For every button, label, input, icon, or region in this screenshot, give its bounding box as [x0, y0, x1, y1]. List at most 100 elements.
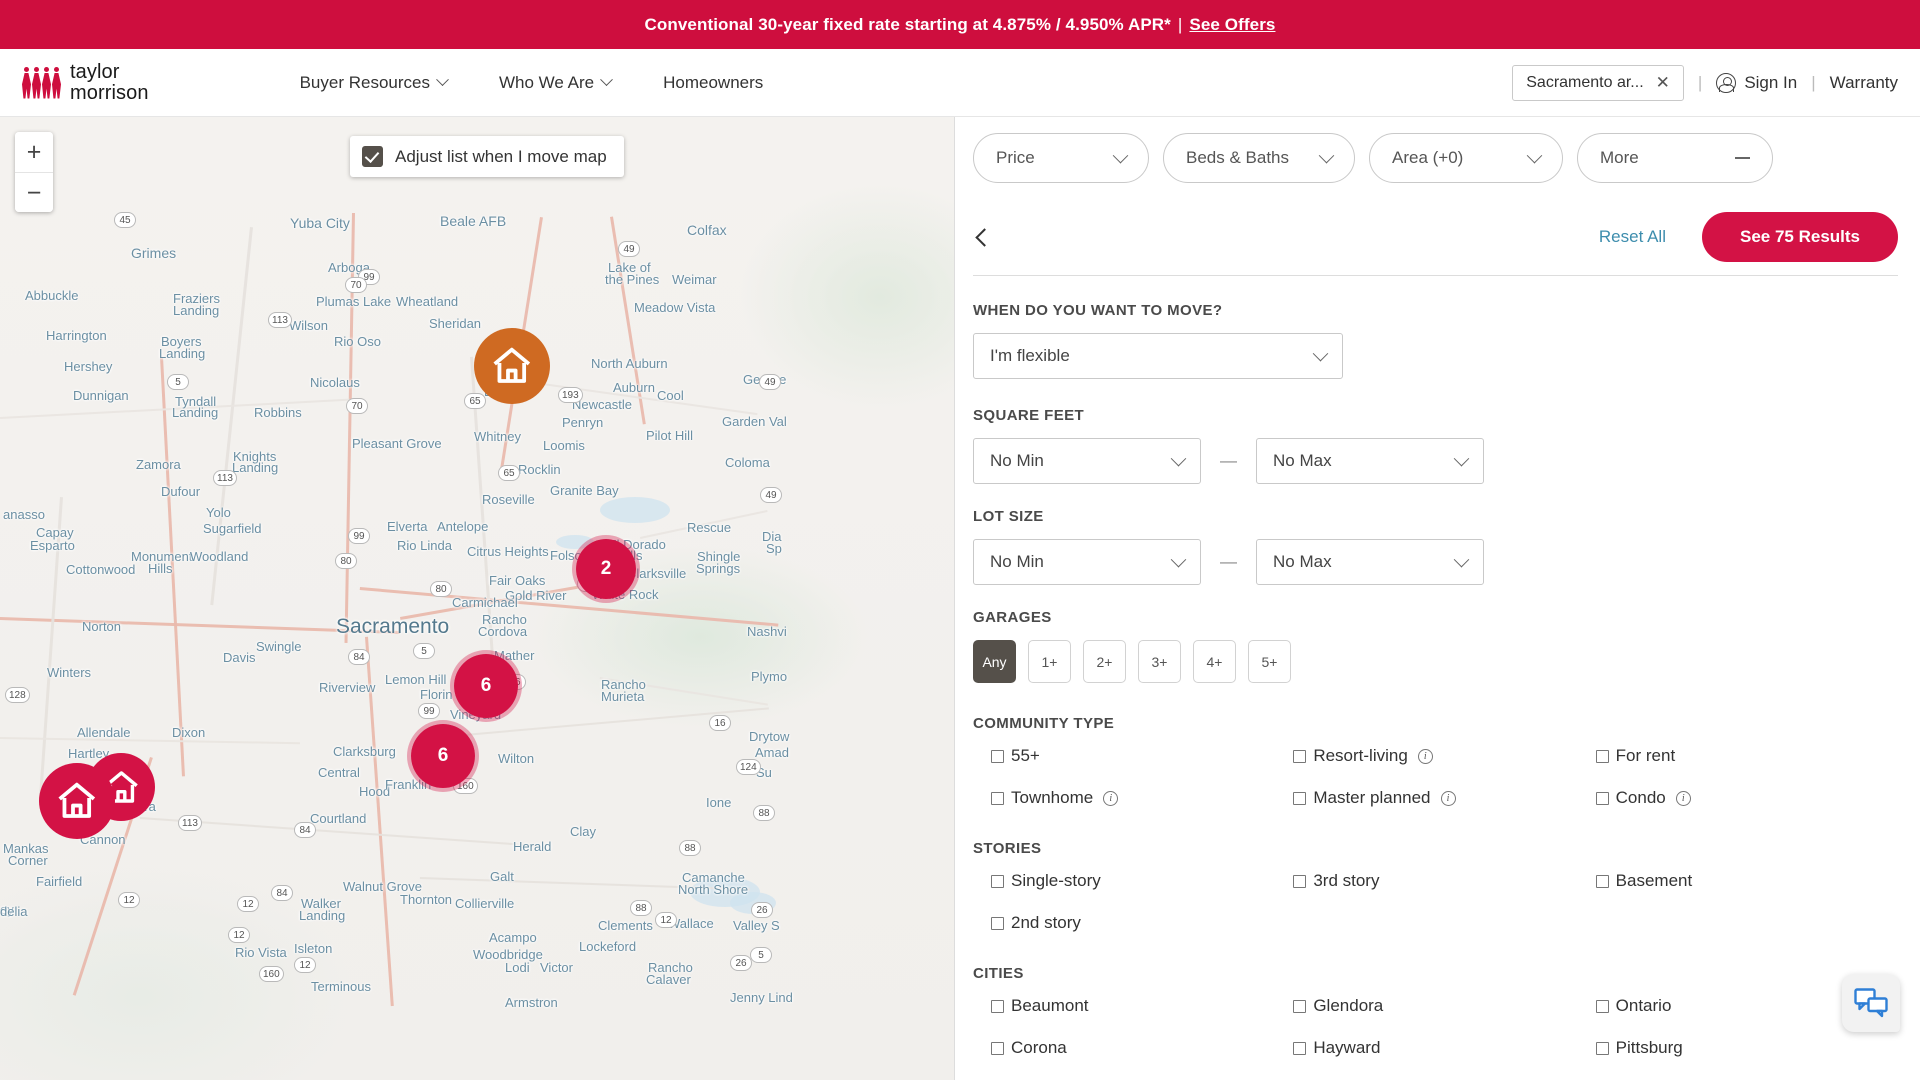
checkbox-icon[interactable] — [1595, 874, 1609, 888]
highway-shield-icon: 5 — [167, 374, 189, 390]
city-option-glendora[interactable]: Glendora — [1293, 996, 1595, 1016]
move-timeline-value: I'm flexible — [990, 346, 1070, 365]
garage-option-any[interactable]: Any — [973, 640, 1016, 683]
taylor-morrison-logo[interactable]: taylor morrison — [22, 61, 149, 104]
minus-icon — [1735, 157, 1750, 159]
stories-option-single-story[interactable]: Single-story — [991, 871, 1293, 891]
filter-scroll-area[interactable]: WHEN DO YOU WANT TO MOVE? I'm flexible S… — [973, 275, 1898, 1080]
community-type-options: 55+ Resort-living i For rent Townhome i Master… — [973, 746, 1898, 808]
checkbox-icon[interactable] — [1293, 791, 1307, 805]
checkbox-icon[interactable] — [991, 999, 1004, 1013]
checkbox-checked-icon[interactable] — [362, 146, 383, 167]
adjust-list-toggle[interactable]: Adjust list when I move map — [350, 136, 624, 177]
nav-who-we-are[interactable]: Who We Are — [473, 73, 637, 93]
lot-size-min-select[interactable]: No Min — [973, 539, 1201, 585]
garage-option-1plus[interactable]: 1+ — [1028, 640, 1071, 683]
lot-size-max-select[interactable]: No Max — [1256, 539, 1484, 585]
cities-options: Beaumont Glendora Ontario Corona Hayward Pitt… — [973, 996, 1898, 1058]
map-home-marker[interactable] — [474, 328, 550, 404]
city-option-corona[interactable]: Corona — [991, 1038, 1293, 1058]
map-cluster-marker[interactable]: 6 — [450, 650, 522, 722]
garage-option-5plus[interactable]: 5+ — [1248, 640, 1291, 683]
section-title-square-feet: SQUARE FEET — [973, 407, 1085, 424]
checkbox-icon[interactable] — [991, 874, 1004, 888]
warranty-link[interactable]: Warranty — [1830, 73, 1898, 93]
checkbox-icon[interactable] — [1293, 874, 1307, 888]
map-cluster-marker[interactable]: 2 — [572, 535, 640, 603]
checkbox-icon[interactable] — [991, 791, 1004, 805]
nav-buyer-resources[interactable]: Buyer Resources — [274, 73, 473, 93]
highway-shield-icon: 80 — [430, 581, 452, 597]
zoom-out-button[interactable]: − — [15, 172, 53, 212]
sign-in-button[interactable]: Sign In — [1716, 72, 1797, 93]
stories-option-3rd-story[interactable]: 3rd story — [1293, 871, 1595, 891]
option-label: Master planned — [1313, 788, 1431, 807]
reset-all-button[interactable]: Reset All — [1599, 227, 1666, 247]
back-chevron-icon[interactable] — [975, 227, 994, 247]
garage-option-3plus[interactable]: 3+ — [1138, 640, 1181, 683]
promo-separator: | — [1177, 14, 1183, 34]
square-feet-max-select[interactable]: No Max — [1256, 438, 1484, 484]
filter-pill-price[interactable]: Price — [973, 133, 1149, 183]
community-option-resort-living[interactable]: Resort-living i — [1293, 746, 1595, 766]
header-divider: | — [1811, 72, 1816, 92]
checkbox-icon[interactable] — [1293, 749, 1307, 763]
map-zoom-controls[interactable]: + − — [15, 132, 53, 212]
section-title-community-type: COMMUNITY TYPE — [973, 715, 1115, 732]
close-icon[interactable]: ✕ — [1656, 74, 1670, 91]
zoom-in-button[interactable]: + — [15, 132, 53, 172]
logo-figures-icon — [22, 66, 61, 99]
map-road — [365, 636, 394, 1007]
filter-pill-area-label: Area (+0) — [1392, 148, 1464, 167]
filter-pill-area[interactable]: Area (+0) — [1369, 133, 1563, 183]
square-feet-min-select[interactable]: No Min — [973, 438, 1201, 484]
filter-pill-more[interactable]: More — [1577, 133, 1773, 183]
community-option-for-rent[interactable]: For rent — [1595, 746, 1898, 766]
city-option-hayward[interactable]: Hayward — [1293, 1038, 1595, 1058]
info-icon[interactable]: i — [1103, 790, 1119, 806]
section-title-cities: CITIES — [973, 965, 1024, 982]
highway-shield-icon: 193 — [558, 387, 583, 403]
chat-widget-button[interactable] — [1842, 974, 1900, 1032]
checkbox-icon[interactable] — [1293, 1041, 1307, 1055]
stories-options: Single-story 3rd story Basement 2nd story — [973, 871, 1898, 933]
city-option-pittsburg[interactable]: Pittsburg — [1595, 1038, 1898, 1058]
community-option-townhome[interactable]: Townhome i — [991, 788, 1293, 808]
map-pane[interactable]: Yuba City Beale AFB Colfax Grimes Arboga Lake… — [0, 117, 955, 1080]
nav-homeowners[interactable]: Homeowners — [637, 73, 789, 93]
checkbox-icon[interactable] — [991, 1041, 1004, 1055]
community-option-condo[interactable]: Condo i — [1595, 788, 1898, 808]
map-home-marker[interactable] — [39, 763, 115, 839]
section-title-lot-size: LOT SIZE — [973, 508, 1044, 525]
checkbox-icon[interactable] — [991, 916, 1004, 930]
filter-pill-beds-baths[interactable]: Beds & Baths — [1163, 133, 1355, 183]
checkbox-icon[interactable] — [1595, 999, 1609, 1013]
city-option-beaumont[interactable]: Beaumont — [991, 996, 1293, 1016]
highway-shield-icon: 16 — [709, 715, 731, 731]
see-results-button[interactable]: See 75 Results — [1701, 212, 1898, 262]
checkbox-icon[interactable] — [1595, 1041, 1609, 1055]
filter-pill-more-label: More — [1600, 148, 1639, 167]
move-timeline-select[interactable]: I'm flexible — [973, 333, 1343, 379]
checkbox-icon[interactable] — [1293, 999, 1307, 1013]
see-offers-link[interactable]: See Offers — [1189, 15, 1275, 35]
info-icon[interactable]: i — [1440, 790, 1456, 806]
map-canvas[interactable] — [0, 117, 954, 1080]
region-selector-chip[interactable]: Sacramento ar... ✕ — [1512, 64, 1684, 101]
checkbox-icon[interactable] — [1595, 749, 1609, 763]
highway-shield-icon: 49 — [760, 487, 782, 503]
chevron-down-icon — [1312, 345, 1329, 361]
info-icon[interactable]: i — [1675, 790, 1691, 806]
stories-option-2nd-story[interactable]: 2nd story — [991, 913, 1293, 933]
community-option-55-[interactable]: 55+ — [991, 746, 1293, 766]
checkbox-icon[interactable] — [991, 749, 1004, 763]
map-road — [0, 398, 350, 419]
garage-option-2plus[interactable]: 2+ — [1083, 640, 1126, 683]
community-option-master-planned[interactable]: Master planned i — [1293, 788, 1595, 808]
map-cluster-marker[interactable]: 6 — [407, 720, 479, 792]
checkbox-icon[interactable] — [1595, 791, 1609, 805]
filter-pill-price-label: Price — [996, 148, 1035, 167]
garage-option-4plus[interactable]: 4+ — [1193, 640, 1236, 683]
stories-option-basement[interactable]: Basement — [1595, 871, 1898, 891]
info-icon[interactable]: i — [1417, 748, 1433, 764]
